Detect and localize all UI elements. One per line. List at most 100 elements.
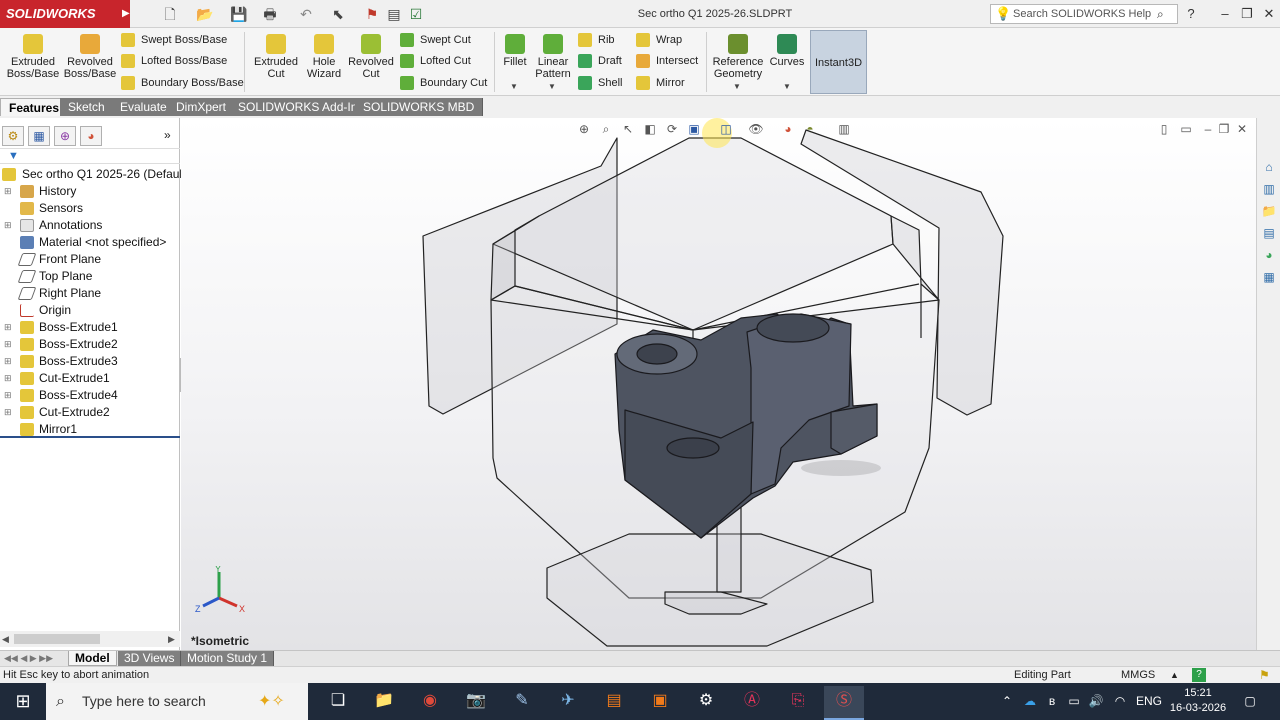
revolved-boss-button[interactable]: Revolved Boss/Base [62,32,118,94]
task-view-icon[interactable]: ❏ [318,686,358,720]
mirror-button[interactable]: Mirror [634,73,685,93]
tree-item-origin[interactable]: Origin [0,302,180,319]
display-style-icon[interactable]: ◫ [718,121,734,137]
lofted-boss-button[interactable]: Lofted Boss/Base [119,51,227,71]
tab-sketch[interactable]: Sketch [60,98,114,116]
intersect-button[interactable]: Intersect [634,51,698,71]
tab-3d-views[interactable]: 3D Views [118,651,182,666]
dynamic-annotation-icon[interactable]: ⟳ [664,121,680,137]
solidworks-logo[interactable]: SOLIDWORKS [0,0,130,28]
viewport-close-icon[interactable]: ✕ [1234,121,1250,137]
design-library-icon[interactable]: ▥ [1260,180,1278,198]
zoom-to-fit-icon[interactable]: ⊕ [576,121,592,137]
open-folder-icon[interactable]: 📂 [196,6,213,22]
scroll-right-icon[interactable]: ▶ [168,633,178,645]
view-palette-icon[interactable]: ▤ [1260,224,1278,242]
swept-cut-button[interactable]: Swept Cut [398,30,471,50]
tab-scroll-arrows-icon[interactable]: ◀◀ ◀ ▶ ▶▶ [4,651,53,666]
view-orientation-icon[interactable]: ▣ [686,121,702,137]
fillet-dropdown-icon[interactable]: ▼ [510,82,518,91]
expand-icon[interactable]: ⊞ [4,408,12,417]
tray-overflow-icon[interactable]: ⌃ [998,683,1016,720]
solidworks-resources-icon[interactable]: ⌂ [1260,158,1278,176]
tree-item-material[interactable]: Material <not specified> [0,234,180,251]
instant3d-button[interactable]: Instant3D [810,30,867,94]
horizontal-scrollbar[interactable]: ◀ ▶ [0,631,180,647]
custom-properties-icon[interactable]: ▦ [1260,268,1278,286]
minimize-button[interactable]: – [1216,5,1234,23]
zoom-to-area-icon[interactable]: ⌕ [598,121,614,137]
viewport-tile-icon[interactable]: ▭ [1178,121,1194,137]
file-explorer-icon[interactable]: 📁 [1260,202,1278,220]
solidworks-taskbar-icon[interactable]: Ⓢ [824,686,864,720]
tree-item-top-plane[interactable]: Top Plane [0,268,180,285]
property-manager-tab-icon[interactable]: ▦ [28,126,50,146]
configuration-manager-tab-icon[interactable]: ⊕ [54,126,76,146]
rollback-bar[interactable] [0,436,180,438]
help-menu-icon[interactable]: ? [1182,5,1200,23]
pdf-reader-icon[interactable]: ⎘ [778,686,818,720]
shell-button[interactable]: Shell [576,73,622,93]
options-icon[interactable]: ☑ [408,6,424,22]
presentation-app-icon[interactable]: ▣ [640,686,680,720]
onedrive-icon[interactable]: ☁ [1020,683,1040,720]
reference-geometry-dropdown-icon[interactable]: ▼ [733,82,741,91]
expand-icon[interactable]: ⊞ [4,221,12,230]
display-manager-tab-icon[interactable]: ◕ [80,126,102,146]
tree-item-boss-extrude1[interactable]: ⊞ Boss-Extrude1 [0,319,180,336]
volume-icon[interactable]: 🔊 [1086,683,1106,720]
section-view-icon[interactable]: ◧ [642,121,658,137]
expand-icon[interactable]: ⊞ [4,187,12,196]
tab-dimxpert[interactable]: DimXpert [168,98,236,116]
viewport-restore-icon[interactable]: ❐ [1216,121,1232,137]
tree-filter[interactable]: ▼ [0,148,180,164]
close-button[interactable]: ✕ [1260,5,1278,23]
chrome-icon[interactable]: ◉ [410,686,450,720]
rebuild-icon[interactable]: ⚑ [364,6,380,22]
tree-root-part[interactable]: Sec ortho Q1 2025-26 (Default< [0,166,192,183]
tab-evaluate[interactable]: Evaluate [112,98,176,116]
help-search-input[interactable]: 💡 Search SOLIDWORKS Help ⌕ [990,4,1178,24]
appearances-icon[interactable]: ◕ [1260,246,1278,264]
tree-item-history[interactable]: ⊞ History [0,183,180,200]
expand-icon[interactable]: ⊞ [4,323,12,332]
notification-center-icon[interactable]: ▢ [1238,683,1262,720]
menu-expand-arrow-icon[interactable]: ▶ [122,0,132,28]
undo-icon[interactable]: ↶ [298,6,314,22]
scroll-left-icon[interactable]: ◀ [2,633,12,645]
draft-button[interactable]: Draft [576,51,622,71]
previous-view-icon[interactable]: ↖ [620,121,636,137]
select-cursor-icon[interactable]: ⬉ [330,6,346,22]
file-explorer-taskbar-icon[interactable]: 📁 [364,686,404,720]
tree-item-cut-extrude2[interactable]: ⊞ Cut-Extrude2 [0,404,180,421]
bluetooth-icon[interactable]: ʙ [1042,683,1062,720]
tab-model[interactable]: Model [68,651,117,666]
tab-solidworks-mbd[interactable]: SOLIDWORKS MBD [355,98,484,116]
wifi-icon[interactable]: ◠ [1110,683,1130,720]
boundary-boss-button[interactable]: Boundary Boss/Base [119,73,244,93]
unit-system[interactable]: MMGS [1121,667,1155,683]
print-icon[interactable]: 🖶 [262,6,278,22]
viewport-split-icon[interactable]: ▯ [1156,121,1172,137]
autocad-icon[interactable]: Ⓐ [732,686,772,720]
expand-icon[interactable]: ⊞ [4,340,12,349]
edit-appearance-icon[interactable]: ◕ [780,121,796,137]
expand-icon[interactable]: ⊞ [4,374,12,383]
app-icon[interactable]: ✈ [548,686,588,720]
rib-button[interactable]: Rib [576,30,615,50]
extruded-cut-button[interactable]: Extruded Cut [250,32,302,94]
battery-icon[interactable]: ▭ [1064,683,1084,720]
tree-item-boss-extrude3[interactable]: ⊞ Boss-Extrude3 [0,353,180,370]
hole-wizard-button[interactable]: Hole Wizard [302,32,346,94]
boundary-cut-button[interactable]: Boundary Cut [398,73,487,93]
tree-item-right-plane[interactable]: Right Plane [0,285,180,302]
curves-dropdown-icon[interactable]: ▼ [783,82,791,91]
system-clock[interactable]: 15:21 16-03-2026 [1166,686,1230,716]
camera-icon[interactable]: 📷 [456,686,496,720]
graphics-area[interactable]: ⊕ ⌕ ↖ ◧ ⟳ ▣ ◫ 👁 ◕ ◓ ▥ ▯ ▭ – ❐ ✕ Y X Z *I… [181,118,1256,650]
lofted-cut-button[interactable]: Lofted Cut [398,51,471,71]
extruded-boss-button[interactable]: Extruded Boss/Base [6,32,60,94]
feature-tree-tab-icon[interactable]: ⚙ [2,126,24,146]
tree-item-boss-extrude2[interactable]: ⊞ Boss-Extrude2 [0,336,180,353]
new-document-icon[interactable]: 🗋 [162,6,178,22]
